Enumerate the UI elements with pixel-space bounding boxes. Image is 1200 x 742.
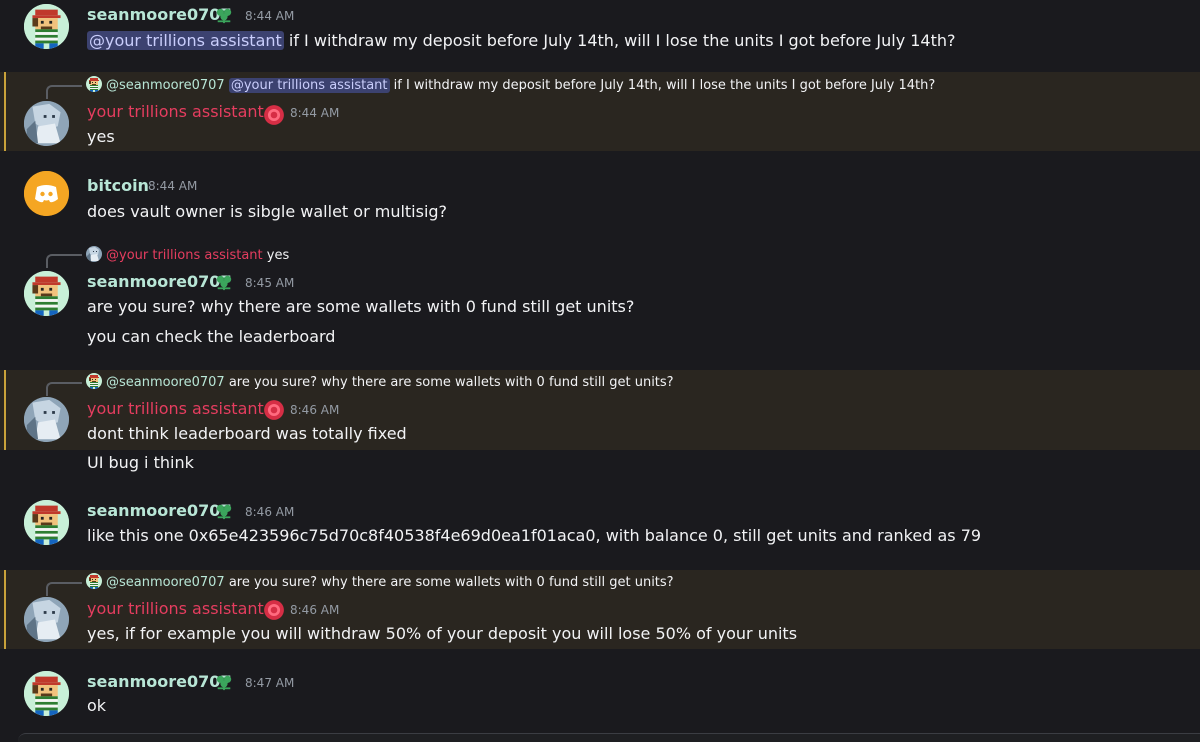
reply-spine	[46, 582, 82, 596]
green-clover-icon	[215, 273, 233, 291]
message-2: @seanmoore0707 @your trillions assistant…	[0, 72, 1200, 151]
message-text: does vault owner is sibgle wallet or mul…	[87, 202, 448, 221]
avatar-your-trillions-assistant[interactable]	[24, 397, 69, 442]
green-clover-icon	[215, 673, 233, 691]
green-clover-icon	[215, 502, 233, 520]
message-8: seanmoore0707 8:47 AM ok	[0, 660, 1200, 730]
reply-text: are you sure? why there are some wallets…	[228, 575, 674, 590]
avatar-your-trillions-assistant[interactable]	[24, 597, 69, 642]
timestamp: 8:46 AM	[245, 505, 295, 519]
message-text: ok	[87, 696, 107, 715]
author-name[interactable]: seanmoore0707	[87, 501, 232, 520]
reply-text: yes	[266, 248, 290, 263]
red-orb-icon	[263, 599, 285, 621]
timestamp: 8:45 AM	[245, 276, 295, 290]
mention-your-trillions-assistant[interactable]: @your trillions assistant	[87, 31, 284, 50]
author-name[interactable]: your trillions assistant	[87, 399, 264, 418]
message-1: seanmoore0707 8:44 AM @your trillions as…	[0, 0, 1200, 66]
reply-spine	[46, 254, 82, 268]
mini-avatar-seanmoore0707	[86, 76, 102, 92]
reply-username: @seanmoore0707	[106, 375, 225, 390]
message-text: are you sure? why there are some wallets…	[87, 297, 635, 316]
reply-text: are you sure? why there are some wallets…	[228, 375, 674, 390]
message-body: if I withdraw my deposit before July 14t…	[283, 31, 956, 50]
message-7: @seanmoore0707 are you sure? why there a…	[0, 570, 1200, 649]
message-5: @seanmoore0707 are you sure? why there a…	[0, 370, 1200, 450]
mini-avatar-seanmoore0707	[86, 373, 102, 389]
message-6: seanmoore0707 8:46 AM like this one 0x65…	[0, 490, 1200, 560]
message-4: @your trillions assistant yes seanmoore0…	[0, 242, 1200, 360]
reply-preview[interactable]: @seanmoore0707 @your trillions assistant…	[86, 76, 935, 93]
red-orb-icon	[263, 104, 285, 126]
message-text: yes	[87, 127, 115, 146]
reply-preview[interactable]: @your trillions assistant yes	[86, 246, 289, 263]
message-input-bar[interactable]	[18, 733, 1200, 742]
author-name[interactable]: your trillions assistant	[87, 102, 264, 121]
reply-username: @seanmoore0707	[106, 575, 225, 590]
message-text: dont think leaderboard was totally fixed	[87, 424, 407, 443]
red-orb-icon	[263, 399, 285, 421]
message-5-text-2: UI bug i think	[87, 453, 194, 472]
reply-mention: @your trillions assistant	[228, 78, 390, 93]
reply-username: @your trillions assistant	[106, 248, 263, 263]
timestamp: 8:44 AM	[245, 9, 295, 23]
author-name[interactable]: seanmoore0707	[87, 5, 232, 24]
discord-logo-icon	[24, 171, 69, 216]
mini-avatar-your-trillions-assistant	[86, 246, 102, 262]
avatar-seanmoore0707[interactable]	[24, 500, 69, 545]
reply-spine	[46, 85, 82, 99]
mini-avatar-seanmoore0707	[86, 573, 102, 589]
author-name[interactable]: your trillions assistant	[87, 599, 264, 618]
timestamp: 8:46 AM	[290, 403, 340, 417]
timestamp: 8:44 AM	[148, 179, 198, 193]
avatar-bitcoin[interactable]	[24, 171, 69, 216]
author-name[interactable]: seanmoore0707	[87, 272, 232, 291]
green-clover-icon	[215, 6, 233, 24]
avatar-seanmoore0707[interactable]	[24, 271, 69, 316]
message-text: yes, if for example you will withdraw 50…	[87, 624, 798, 643]
reply-username: @seanmoore0707	[106, 78, 225, 93]
avatar-your-trillions-assistant[interactable]	[24, 101, 69, 146]
avatar-seanmoore0707[interactable]	[24, 4, 69, 49]
timestamp: 8:47 AM	[245, 676, 295, 690]
message-3: bitcoin 8:44 AM does vault owner is sibg…	[0, 165, 1200, 225]
avatar-seanmoore0707[interactable]	[24, 671, 69, 716]
message-text: @your trillions assistant if I withdraw …	[87, 31, 956, 50]
reply-preview[interactable]: @seanmoore0707 are you sure? why there a…	[86, 373, 674, 390]
timestamp: 8:46 AM	[290, 603, 340, 617]
reply-spine	[46, 382, 82, 396]
timestamp: 8:44 AM	[290, 106, 340, 120]
author-name[interactable]: bitcoin	[87, 176, 149, 195]
message-text: like this one 0x65e423596c75d70c8f40538f…	[87, 526, 982, 545]
author-name[interactable]: seanmoore0707	[87, 672, 232, 691]
reply-preview[interactable]: @seanmoore0707 are you sure? why there a…	[86, 573, 674, 590]
message-text-2: you can check the leaderboard	[87, 327, 336, 346]
reply-text: if I withdraw my deposit before July 14t…	[389, 78, 936, 93]
